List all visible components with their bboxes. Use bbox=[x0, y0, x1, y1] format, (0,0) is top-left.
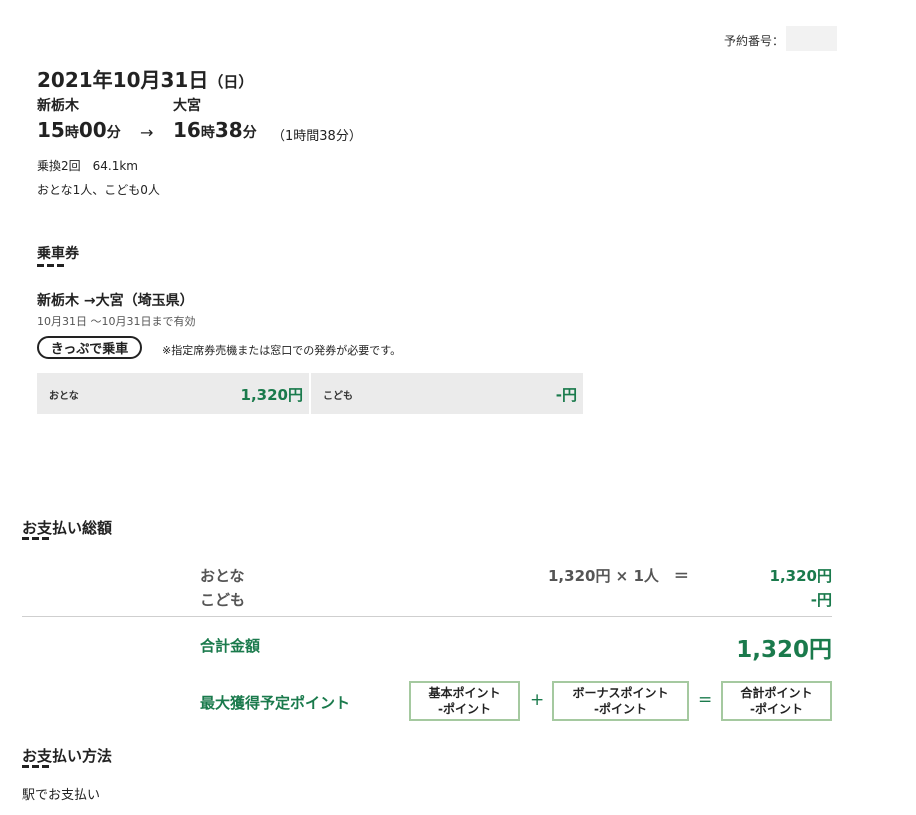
heading-underline bbox=[22, 765, 50, 768]
trip-day-of-week: （日） bbox=[208, 73, 254, 91]
bonus-points-box: ボーナスポイント -ポイント bbox=[552, 681, 689, 721]
plus-icon: + bbox=[530, 690, 545, 710]
total-heading: お支払い総額 bbox=[22, 519, 113, 537]
divider bbox=[22, 616, 832, 617]
sum-amount: 1,320円 bbox=[736, 637, 832, 663]
trip-duration: （1時間38分） bbox=[272, 129, 362, 144]
total-adult-calc: 1,320円 × 1人 ＝ bbox=[548, 567, 689, 585]
fare-adult: おとな 1,320円 bbox=[37, 373, 309, 414]
trip-date-text: 2021年10月31日 bbox=[37, 68, 209, 92]
ticket-heading: 乗車券 bbox=[37, 246, 79, 262]
total-points-title: 合計ポイント bbox=[740, 686, 813, 700]
departure-station: 新栃木 bbox=[37, 98, 79, 114]
arrival-minute: 38 bbox=[214, 118, 243, 142]
departure-minute: 00 bbox=[78, 118, 107, 142]
fare-adult-label: おとな bbox=[49, 391, 79, 402]
total-points-value: -ポイント bbox=[750, 702, 803, 716]
fare-child: こども -円 bbox=[311, 373, 583, 414]
minute-unit: 分 bbox=[242, 125, 257, 141]
ticket-route: 新栃木 →大宮（埼玉県） bbox=[37, 293, 194, 309]
total-child-label: こども bbox=[200, 591, 246, 609]
reservation-label: 予約番号： bbox=[724, 34, 785, 48]
bonus-points-value: -ポイント bbox=[594, 702, 647, 716]
payment-method-heading: お支払い方法 bbox=[22, 747, 113, 765]
minute-unit: 分 bbox=[106, 125, 121, 141]
total-adult-amount: 1,320円 bbox=[769, 567, 832, 585]
fare-child-label: こども bbox=[323, 391, 353, 402]
trip-transfers: 乗換2回 64.1km bbox=[37, 159, 138, 173]
basic-points-box: 基本ポイント -ポイント bbox=[409, 681, 520, 721]
departure-time: 15時00分 bbox=[37, 118, 121, 142]
reservation-number bbox=[786, 26, 837, 51]
payment-method-value: 駅でお支払い bbox=[22, 788, 101, 803]
total-points-box: 合計ポイント -ポイント bbox=[721, 681, 832, 721]
kippu-boarding-button[interactable]: きっぷで乗車 bbox=[37, 336, 142, 359]
heading-underline bbox=[37, 264, 65, 267]
fare-adult-amount: 1,320円 bbox=[240, 386, 303, 404]
fare-child-amount: -円 bbox=[555, 386, 577, 404]
total-child-amount: -円 bbox=[810, 591, 832, 609]
trip-passengers: おとな1人、こども0人 bbox=[37, 183, 160, 197]
trip-date: 2021年10月31日（日） bbox=[37, 64, 253, 93]
hour-unit: 時 bbox=[64, 125, 79, 141]
arrival-station: 大宮 bbox=[173, 98, 201, 114]
basic-points-title: 基本ポイント bbox=[428, 686, 501, 700]
total-adult-label: おとな bbox=[200, 567, 245, 585]
sum-label: 合計金額 bbox=[200, 637, 261, 655]
equals-icon: = bbox=[698, 690, 713, 710]
points-label: 最大獲得予定ポイント bbox=[200, 694, 351, 712]
arrival-time: 16時38分 bbox=[173, 118, 257, 142]
departure-hour: 15 bbox=[37, 118, 65, 142]
basic-points-value: -ポイント bbox=[438, 702, 491, 716]
arrow-icon: → bbox=[140, 123, 154, 142]
kippu-note: ※指定席券売機または窓口での発券が必要です。 bbox=[162, 344, 402, 357]
bonus-points-title: ボーナスポイント bbox=[572, 686, 669, 700]
ticket-validity: 10月31日 ～10月31日まで有効 bbox=[37, 315, 196, 328]
heading-underline bbox=[22, 537, 50, 540]
arrival-hour: 16 bbox=[173, 118, 201, 142]
hour-unit: 時 bbox=[200, 125, 215, 141]
